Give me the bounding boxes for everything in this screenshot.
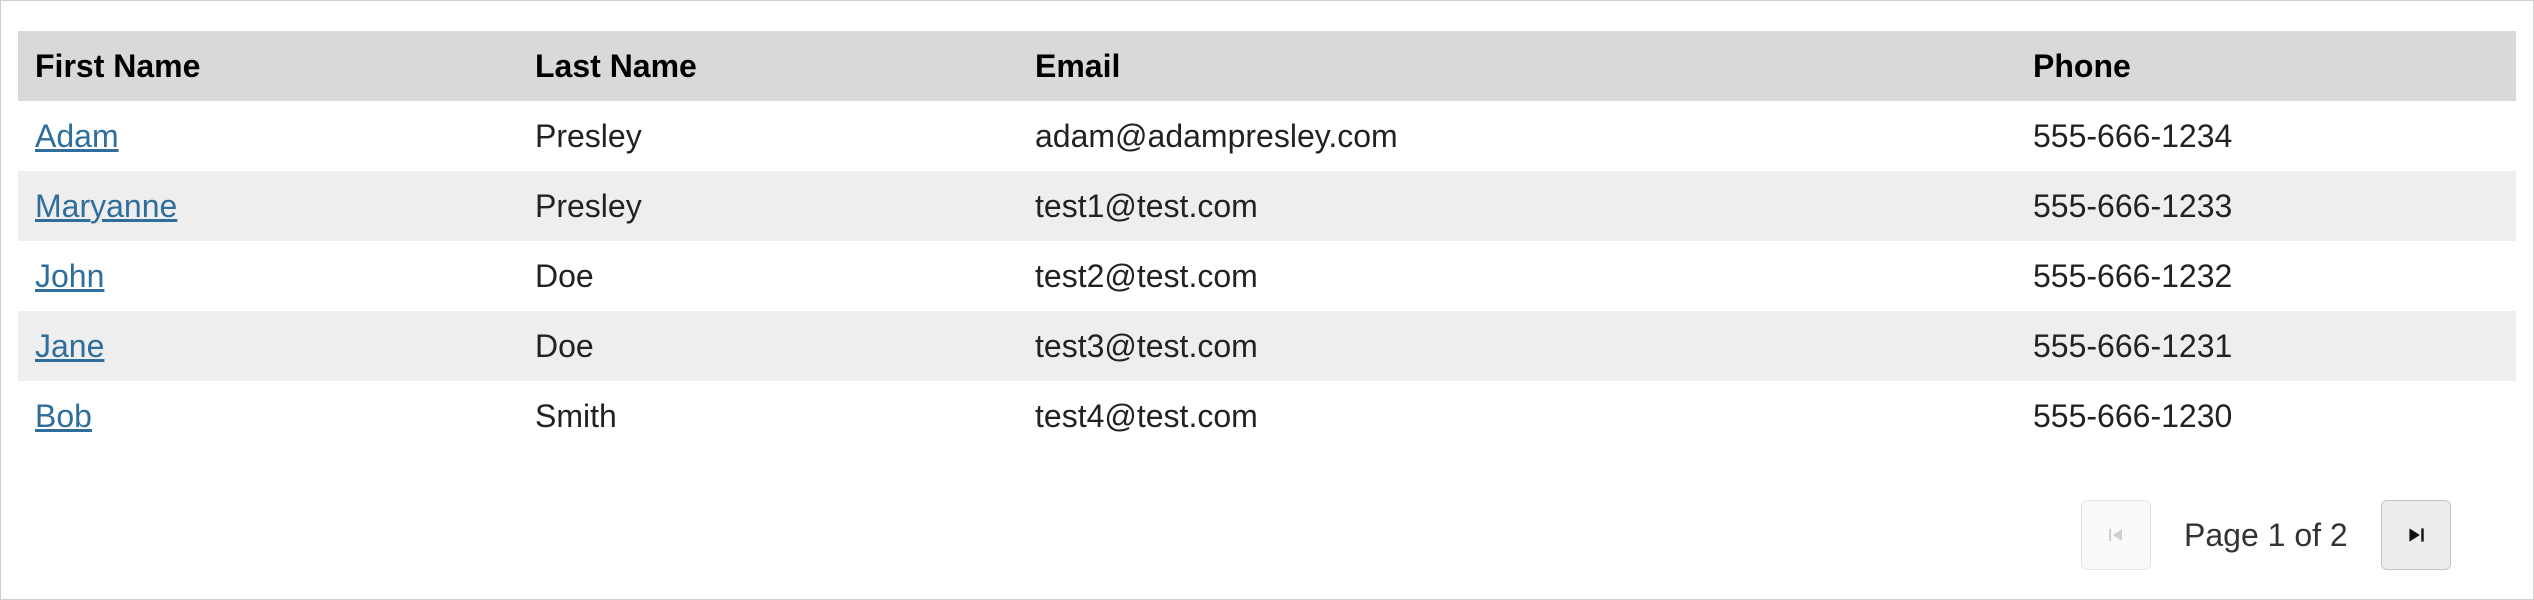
table-row: Adam Presley adam@adampresley.com 555-66… — [18, 101, 2516, 171]
first-name-cell: John — [18, 241, 518, 311]
first-name-link[interactable]: Jane — [35, 328, 104, 364]
last-page-button[interactable] — [2380, 500, 2451, 570]
table-row: Bob Smith test4@test.com 555-666-1230 — [18, 381, 2516, 451]
column-header-phone[interactable]: Phone — [2016, 31, 2516, 101]
phone-cell: 555-666-1234 — [2033, 117, 2233, 154]
last-name-cell: Smith — [535, 397, 617, 434]
first-name-link[interactable]: Adam — [35, 118, 119, 154]
last-name-cell: Doe — [535, 257, 594, 294]
skip-to-last-icon — [2409, 528, 2424, 542]
email-cell: test3@test.com — [1035, 327, 1258, 364]
last-name-cell: Presley — [535, 117, 642, 154]
pagination: Page 1 of 2 — [2081, 499, 2451, 571]
first-name-link[interactable]: Maryanne — [35, 188, 177, 224]
email-cell: test2@test.com — [1035, 257, 1258, 294]
first-name-cell: Bob — [18, 381, 518, 451]
column-header-email[interactable]: Email — [1018, 31, 2016, 101]
table-row: Jane Doe test3@test.com 555-666-1231 — [18, 311, 2516, 381]
email-cell: test1@test.com — [1035, 187, 1258, 224]
phone-cell: 555-666-1230 — [2033, 397, 2233, 434]
first-page-button[interactable] — [2081, 500, 2151, 570]
phone-cell: 555-666-1231 — [2033, 327, 2233, 364]
email-cell: adam@adampresley.com — [1035, 117, 1398, 154]
column-header-first-name[interactable]: First Name — [18, 31, 518, 101]
first-name-cell: Maryanne — [18, 171, 518, 241]
first-name-cell: Adam — [18, 101, 518, 171]
last-name-cell: Doe — [535, 327, 594, 364]
column-header-last-name[interactable]: Last Name — [518, 31, 1018, 101]
table-body: Adam Presley adam@adampresley.com 555-66… — [18, 101, 2516, 451]
last-name-cell: Presley — [535, 187, 642, 224]
skip-to-first-icon — [2109, 529, 2122, 541]
phone-cell: 555-666-1232 — [2033, 257, 2233, 294]
grid-container: First Name Last Name Email Phone Adam Pr… — [0, 0, 2534, 600]
table-row: John Doe test2@test.com 555-666-1232 — [18, 241, 2516, 311]
table-row: Maryanne Presley test1@test.com 555-666-… — [18, 171, 2516, 241]
first-name-link[interactable]: John — [35, 258, 104, 294]
page-indicator: Page 1 of 2 — [2184, 516, 2348, 553]
table-header: First Name Last Name Email Phone — [18, 31, 2516, 101]
email-cell: test4@test.com — [1035, 397, 1258, 434]
first-name-cell: Jane — [18, 311, 518, 381]
contacts-table: First Name Last Name Email Phone Adam Pr… — [18, 31, 2516, 451]
first-name-link[interactable]: Bob — [35, 398, 92, 434]
phone-cell: 555-666-1233 — [2033, 187, 2233, 224]
header-row: First Name Last Name Email Phone — [18, 31, 2516, 101]
